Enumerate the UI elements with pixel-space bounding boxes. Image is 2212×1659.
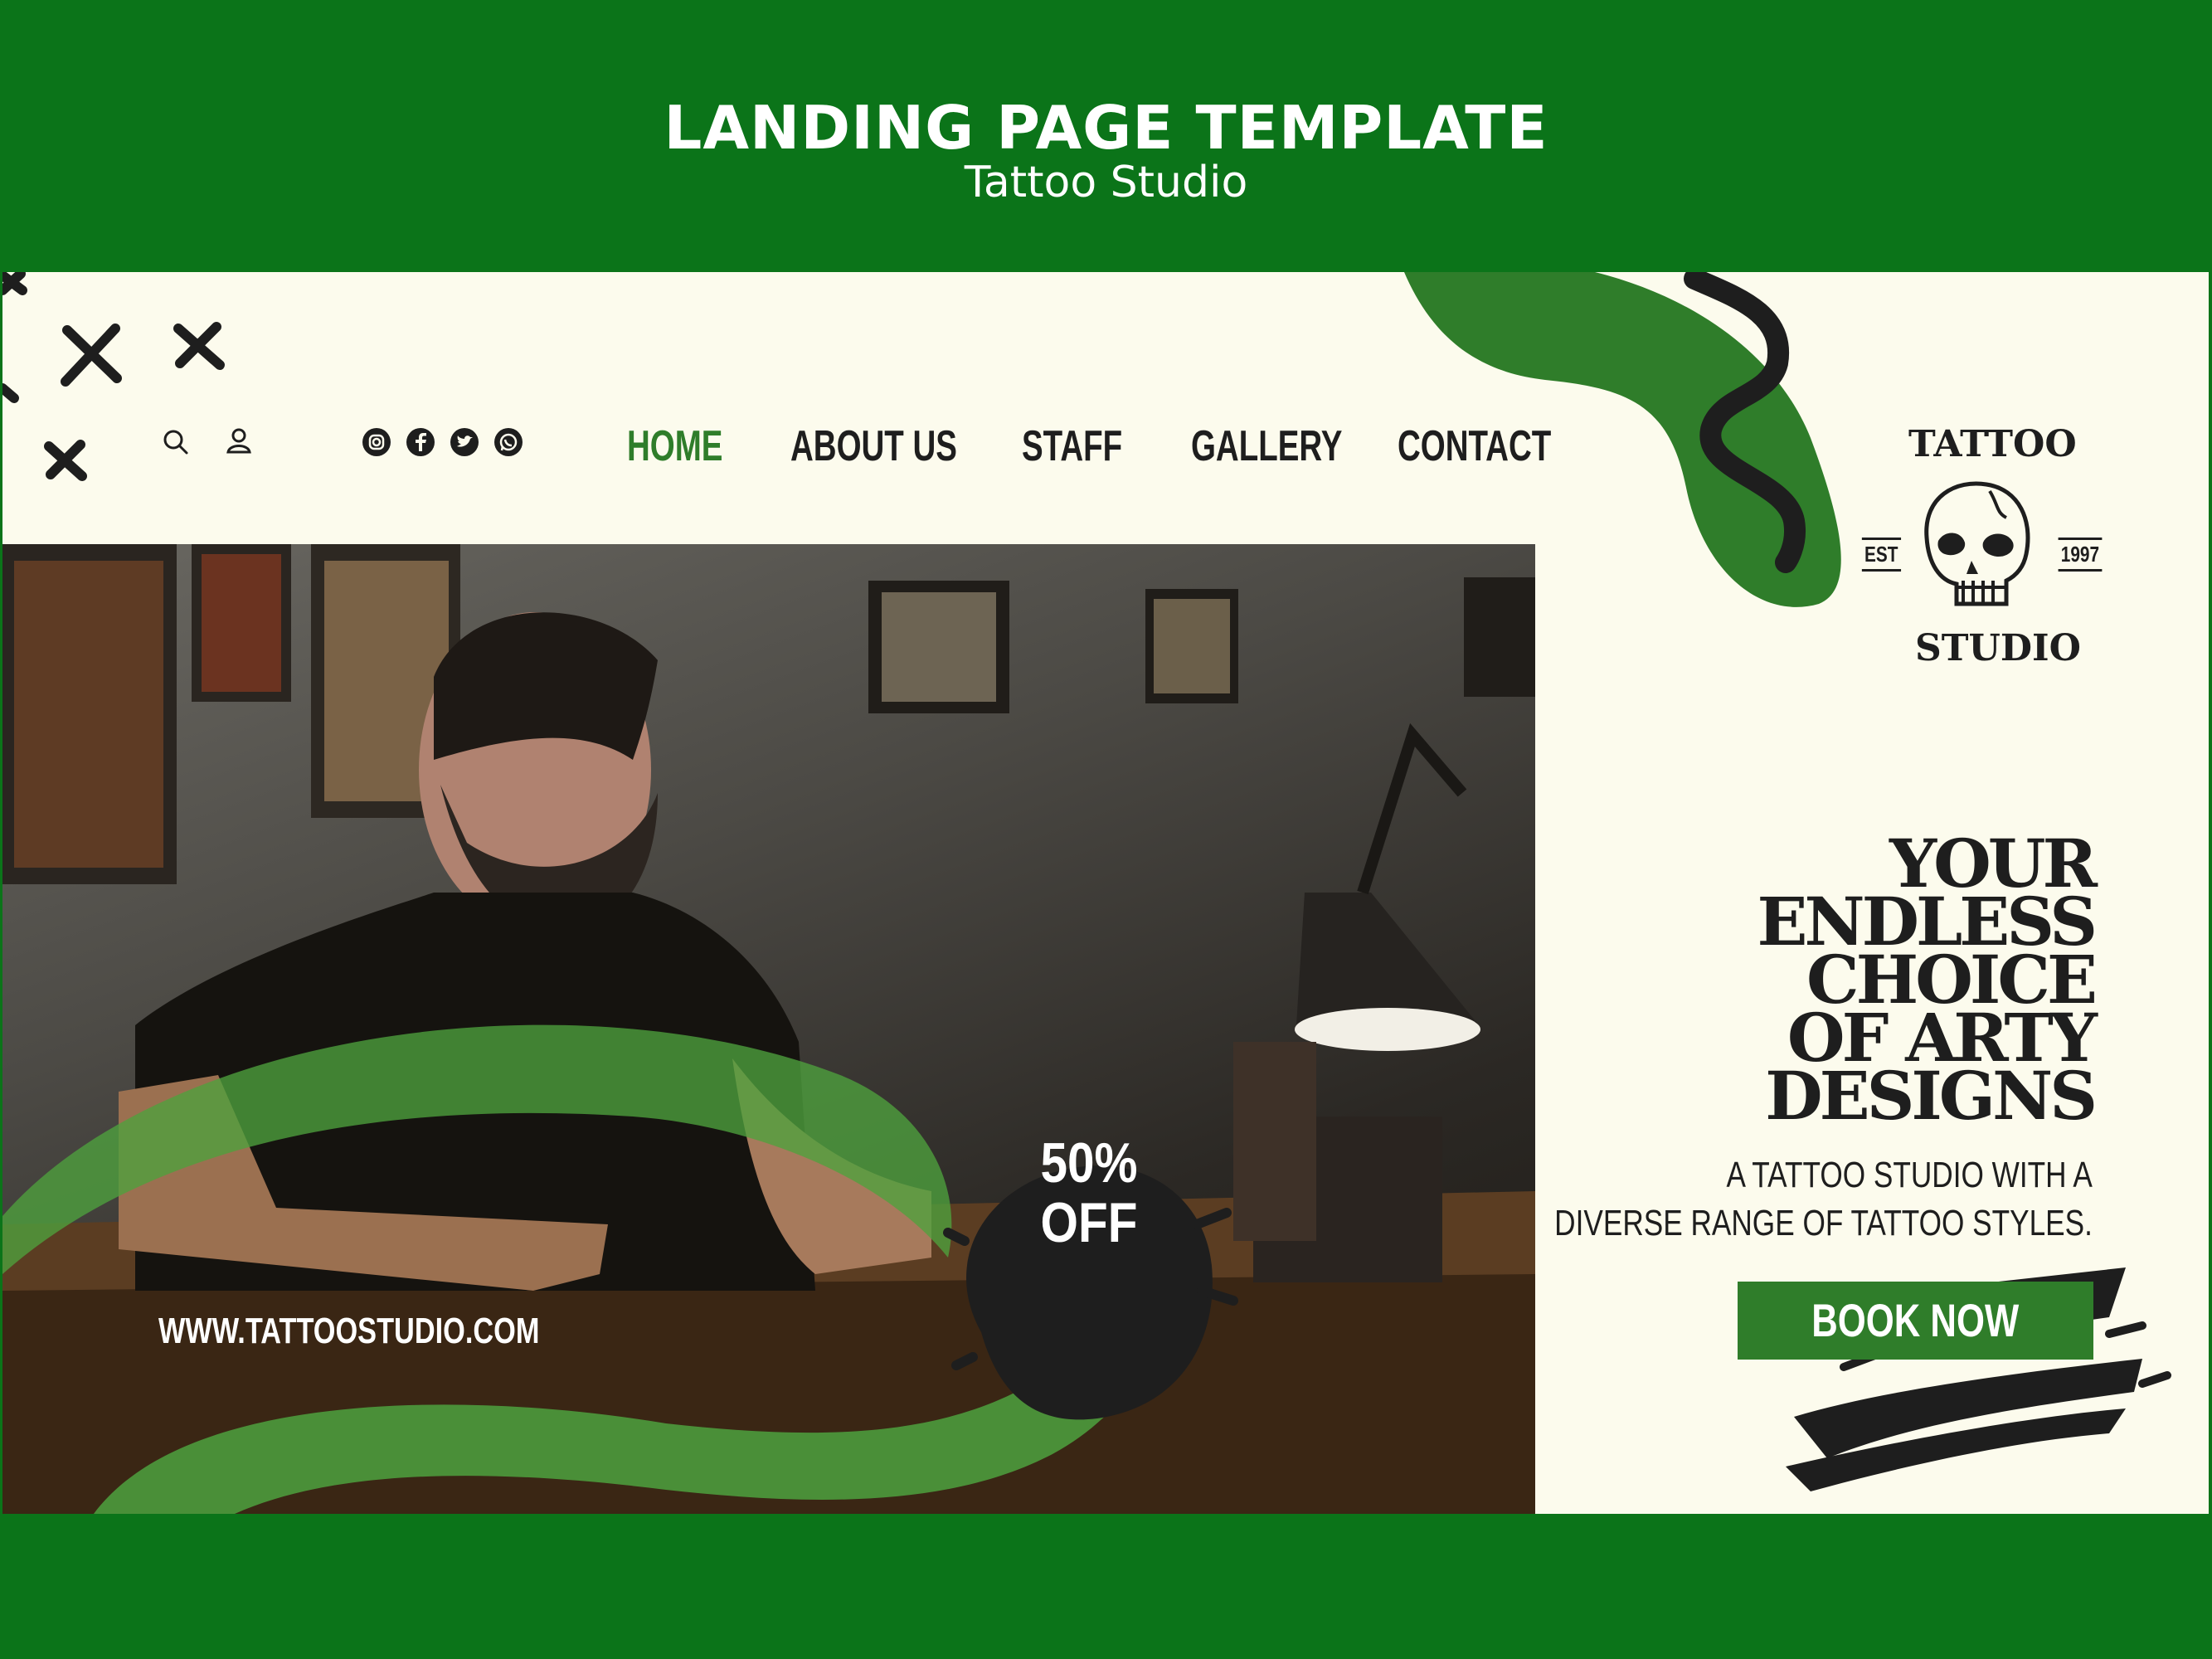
headline: YOUR ENDLESS CHOICE OF ARTY DESIGNS	[1757, 830, 2098, 1135]
instagram-icon[interactable]	[362, 428, 391, 456]
promo-line-2: OFF	[1040, 1191, 1138, 1254]
whatsapp-icon[interactable]	[494, 428, 523, 456]
logo-year: 1997	[2058, 538, 2103, 572]
website-url[interactable]: WWW.TATTOOSTUDIO.COM	[158, 1311, 539, 1352]
book-now-button[interactable]: BOOK NOW	[1738, 1282, 2093, 1360]
hero-image: WWW.TATTOOSTUDIO.COM 50% OFF	[2, 544, 1535, 1514]
facebook-icon[interactable]	[406, 428, 435, 456]
logo-bottom-text: STUDIO	[1915, 627, 2081, 669]
banner-title: LANDING PAGE TEMPLATE	[664, 93, 1548, 163]
headline-line-5: DESIGNS	[1765, 1057, 2098, 1135]
tagline-line-1: A TATTOO STUDIO WITH A	[1726, 1155, 2093, 1195]
promo-text: 50% OFF	[989, 1133, 1189, 1253]
nav-about-us[interactable]: ABOUT US	[790, 421, 957, 471]
nav-staff[interactable]: STAFF	[1022, 421, 1122, 471]
nav-gallery[interactable]: GALLERY	[1191, 421, 1342, 471]
nav-contact[interactable]: CONTACT	[1398, 421, 1551, 471]
studio-scene-illustration	[2, 544, 1535, 1514]
logo-top-text: TATTOO	[1908, 423, 2077, 465]
nav-home[interactable]: HOME	[627, 421, 722, 471]
user-icon[interactable]	[225, 426, 253, 455]
tagline-line-2: DIVERSE RANGE OF TATTOO STYLES.	[1554, 1203, 2093, 1243]
skull-icon	[1924, 481, 2030, 606]
logo-est: EST	[1861, 538, 1901, 572]
landing-page: HOME ABOUT US STAFF GALLERY CONTACT TATT…	[2, 272, 2209, 1514]
banner-subtitle: Tattoo Studio	[964, 158, 1248, 207]
search-icon[interactable]	[162, 428, 190, 456]
promo-line-1: 50%	[1040, 1131, 1138, 1194]
twitter-icon[interactable]	[450, 428, 479, 456]
tagline: A TATTOO STUDIO WITH A DIVERSE RANGE OF …	[1554, 1151, 2093, 1248]
book-now-label: BOOK NOW	[1811, 1294, 2020, 1346]
